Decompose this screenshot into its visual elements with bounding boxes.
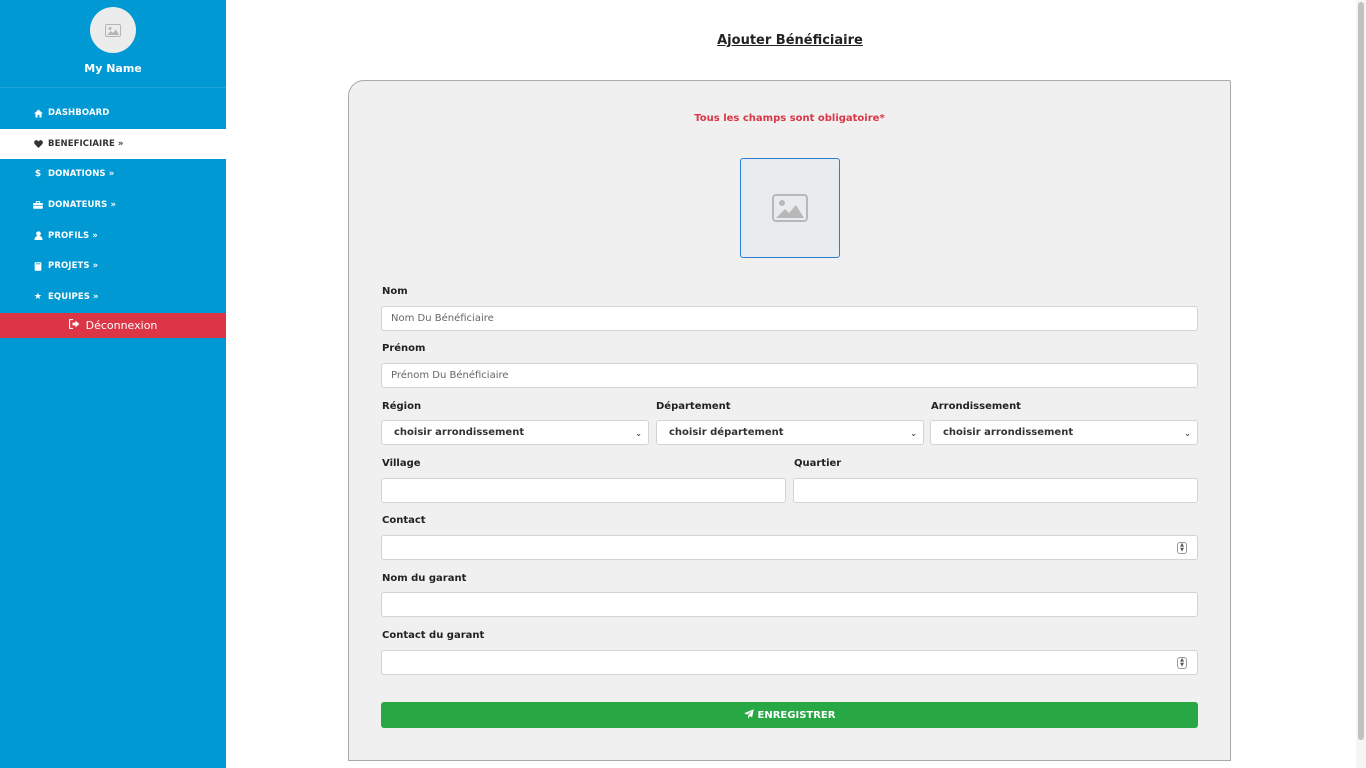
- sidebar-item-profils[interactable]: PROFILS »: [0, 220, 226, 251]
- sidebar-item-label: PROFILS »: [48, 230, 98, 241]
- arrondissement-label: Arrondissement: [931, 401, 1021, 412]
- number-spinner-icon[interactable]: ▲ ▼: [1177, 542, 1187, 554]
- sidebar-nav: DASHBOARD BENEFICIAIRE » $ DONATIONS » D…: [0, 98, 226, 312]
- departement-select-value: choisir département: [669, 427, 784, 438]
- sidebar-item-label: DONATEURS »: [48, 200, 117, 211]
- page-scrollbar[interactable]: [1356, 0, 1366, 768]
- heart-icon: [33, 140, 43, 148]
- image-placeholder-icon: [105, 23, 121, 37]
- village-input[interactable]: [381, 478, 786, 503]
- chevron-down-icon: ⌄: [910, 429, 917, 438]
- sign-out-icon: [68, 319, 80, 332]
- logout-button[interactable]: Déconnexion: [0, 313, 226, 339]
- sidebar-item-label: EQUIPES »: [48, 291, 99, 302]
- quartier-label: Quartier: [794, 458, 842, 469]
- contact-garant-input[interactable]: ▲ ▼: [381, 650, 1198, 675]
- village-label: Village: [382, 458, 421, 469]
- sidebar-item-beneficiaire[interactable]: BENEFICIAIRE »: [0, 128, 226, 160]
- avatar: [90, 7, 136, 53]
- sidebar-item-donateurs[interactable]: DONATEURS »: [0, 190, 226, 221]
- nom-label: Nom: [382, 286, 408, 297]
- prenom-input[interactable]: [381, 363, 1198, 388]
- region-label: Région: [382, 401, 422, 412]
- prenom-label: Prénom: [382, 343, 426, 354]
- sidebar-item-label: BENEFICIAIRE »: [48, 138, 124, 149]
- contact-input[interactable]: ▲ ▼: [381, 535, 1198, 560]
- required-fields-notice: Tous les champs sont obligatoire*: [694, 113, 885, 124]
- home-icon: [33, 109, 43, 118]
- nom-input[interactable]: [381, 306, 1198, 331]
- save-button-label: ENREGISTRER: [757, 709, 836, 721]
- profile-name: My Name: [84, 62, 142, 75]
- nom-garant-label: Nom du garant: [382, 573, 467, 584]
- arrondissement-select-value: choisir arrondissement: [943, 427, 1074, 438]
- sidebar-item-projets[interactable]: PROJETS »: [0, 251, 226, 282]
- image-placeholder-icon: [772, 194, 808, 222]
- sidebar-item-dashboard[interactable]: DASHBOARD: [0, 98, 226, 129]
- star-icon: ★: [33, 291, 43, 302]
- sidebar-item-label: DASHBOARD: [48, 108, 110, 119]
- sidebar-item-label: DONATIONS »: [48, 169, 115, 180]
- sidebar-item-donations[interactable]: $ DONATIONS »: [0, 159, 226, 190]
- chevron-down-icon: ⌄: [635, 429, 642, 438]
- page-title: Ajouter Bénéficiaire: [717, 33, 863, 48]
- arrondissement-select[interactable]: choisir arrondissement ⌄: [930, 420, 1198, 445]
- user-icon: [33, 231, 43, 241]
- book-icon: [33, 262, 43, 271]
- briefcase-icon: [33, 201, 43, 209]
- departement-select[interactable]: choisir département ⌄: [656, 420, 924, 445]
- scrollbar-thumb[interactable]: [1358, 2, 1364, 740]
- chevron-down-icon: ⌄: [1184, 429, 1191, 438]
- quartier-input[interactable]: [793, 478, 1198, 503]
- profile-section: My Name: [0, 0, 226, 88]
- sidebar-item-equipes[interactable]: ★ EQUIPES »: [0, 282, 226, 313]
- paper-plane-icon: [743, 708, 754, 722]
- region-select[interactable]: choisir arrondissement ⌄: [381, 420, 649, 445]
- logout-label: Déconnexion: [85, 319, 158, 333]
- dollar-icon: $: [34, 169, 42, 180]
- departement-label: Département: [656, 401, 731, 412]
- nom-garant-input[interactable]: [381, 592, 1198, 617]
- contact-label: Contact: [382, 515, 426, 526]
- sidebar-item-label: PROJETS »: [48, 261, 99, 272]
- beneficiary-form-card: Tous les champs sont obligatoire* Nom Pr…: [348, 80, 1231, 761]
- sidebar: My Name DASHBOARD BENEFICIAIRE » $ DONAT…: [0, 0, 226, 768]
- region-select-value: choisir arrondissement: [394, 427, 525, 438]
- photo-upload[interactable]: [740, 158, 840, 258]
- contact-garant-label: Contact du garant: [382, 630, 485, 641]
- number-spinner-icon[interactable]: ▲ ▼: [1177, 657, 1187, 669]
- save-button[interactable]: ENREGISTRER: [381, 702, 1198, 728]
